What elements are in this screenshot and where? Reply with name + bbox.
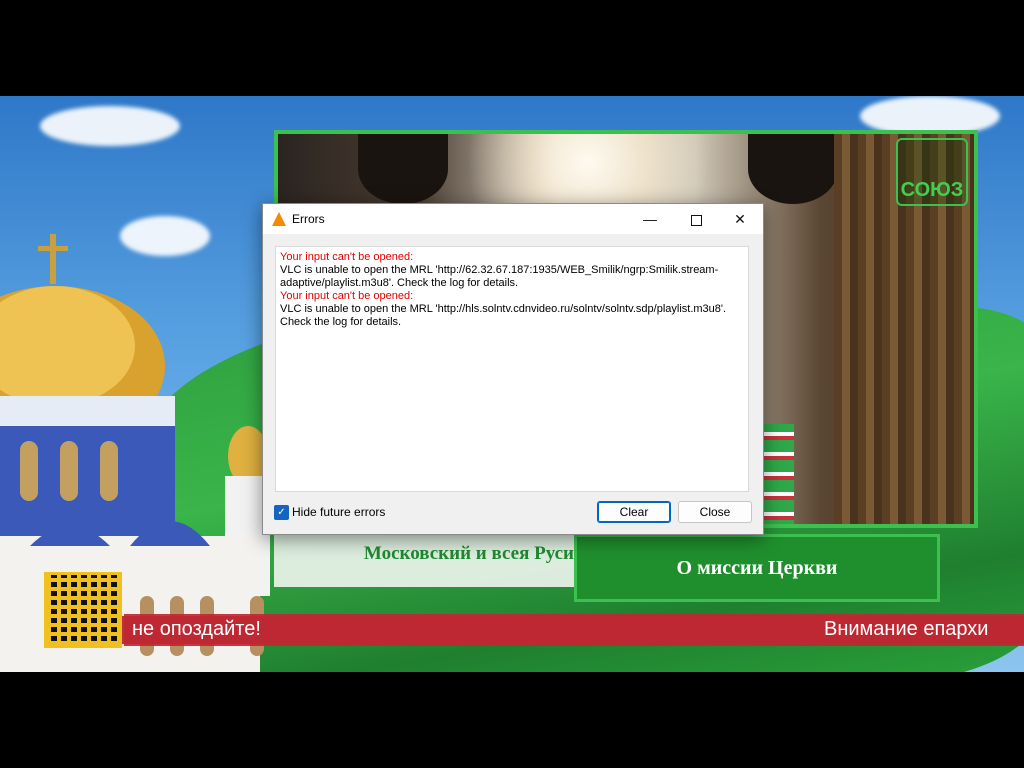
maximize-button[interactable] xyxy=(673,204,719,234)
caption-left: Московский и всея Руси xyxy=(274,530,594,587)
ticker-text-right: Внимание епархи xyxy=(824,618,989,640)
qr-code-icon xyxy=(44,572,122,648)
curtain xyxy=(748,134,838,204)
hide-future-errors-label[interactable]: Hide future errors xyxy=(292,505,385,519)
cathedral-image xyxy=(0,216,270,672)
curtain xyxy=(358,134,448,204)
caption-left-line2: Московский и всея Руси xyxy=(363,543,574,564)
error-log[interactable]: Your input can't be opened: VLC is unabl… xyxy=(275,246,749,492)
news-ticker: не опоздайте! Внимание епархи xyxy=(124,614,1024,646)
ticker-text-left: не опоздайте! xyxy=(132,618,261,640)
vlc-cone-icon xyxy=(272,212,286,226)
maximize-icon xyxy=(690,214,702,226)
log-line-message: VLC is unable to open the MRL 'http://hl… xyxy=(280,303,730,328)
channel-logo: СОЮЗ xyxy=(896,138,968,206)
close-button[interactable]: Close xyxy=(678,501,752,523)
minimize-icon: — xyxy=(643,211,657,227)
cloud xyxy=(40,106,180,146)
clear-button[interactable]: Clear xyxy=(597,501,671,523)
close-icon: ✕ xyxy=(734,211,746,227)
caption-right-text: О миссии Церкви xyxy=(676,557,838,579)
log-line-message: VLC is unable to open the MRL 'http://62… xyxy=(280,264,719,289)
caption-right: О миссии Церкви xyxy=(574,534,940,602)
log-line-error: Your input can't be opened: xyxy=(280,251,414,263)
flag-mini xyxy=(764,424,794,524)
hide-future-errors-checkbox[interactable]: ✓ xyxy=(274,505,289,520)
log-line-error: Your input can't be opened: xyxy=(280,290,414,302)
errors-dialog: Errors — ✕ Your input can't be opened: V… xyxy=(262,203,764,535)
dialog-title: Errors xyxy=(292,212,325,226)
minimize-button[interactable]: — xyxy=(627,204,673,234)
close-window-button[interactable]: ✕ xyxy=(717,204,763,234)
title-bar[interactable]: Errors — ✕ xyxy=(263,204,763,234)
dialog-footer: ✓ Hide future errors Clear Close xyxy=(263,500,763,534)
channel-logo-text: СОЮЗ xyxy=(900,179,964,201)
